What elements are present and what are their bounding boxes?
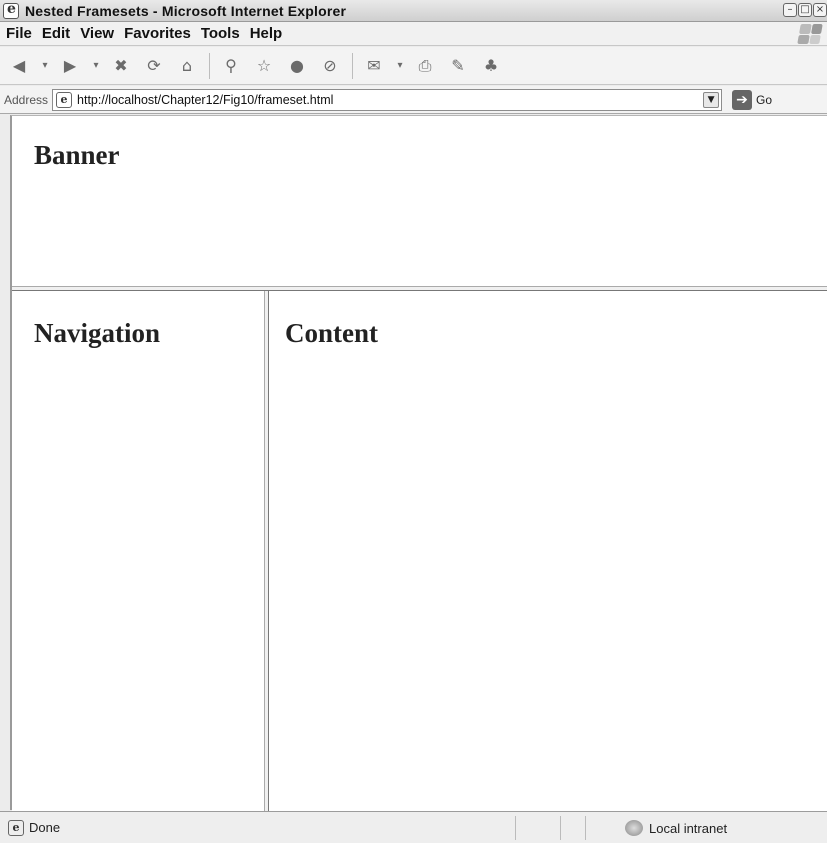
- media-icon[interactable]: ●: [284, 53, 310, 79]
- mail-icon[interactable]: ✉: [361, 53, 387, 79]
- go-label[interactable]: Go: [756, 93, 772, 107]
- minimize-button[interactable]: –: [783, 3, 797, 17]
- title-bar: Nested Framesets - Microsoft Internet Ex…: [0, 0, 827, 22]
- history-icon[interactable]: ⊘: [317, 53, 343, 79]
- navigation-frame: Navigation: [12, 291, 264, 811]
- refresh-icon[interactable]: ⟳: [141, 53, 167, 79]
- content-frame: Content: [269, 291, 827, 811]
- print-icon[interactable]: ⎙: [412, 53, 438, 79]
- banner-frame: Banner: [12, 116, 827, 286]
- address-dropdown-icon[interactable]: ▼: [703, 91, 720, 108]
- forward-icon[interactable]: ▶: [57, 53, 83, 79]
- edit-icon[interactable]: ✎: [445, 53, 471, 79]
- address-input[interactable]: e http://localhost/Chapter12/Fig10/frame…: [52, 88, 723, 111]
- menu-edit[interactable]: Edit: [42, 25, 70, 42]
- banner-heading: Banner: [34, 140, 120, 170]
- menu-favorites[interactable]: Favorites: [124, 25, 191, 42]
- window-title: Nested Framesets - Microsoft Internet Ex…: [25, 2, 347, 19]
- ie-logo-icon: [3, 1, 19, 19]
- status-pane: [560, 816, 561, 840]
- browser-window: Nested Framesets - Microsoft Internet Ex…: [0, 0, 827, 843]
- status-text: Done: [29, 820, 61, 835]
- close-button[interactable]: ×: [813, 3, 827, 17]
- go-arrow-icon[interactable]: ➔: [732, 89, 753, 110]
- windows-logo-icon: [797, 24, 823, 44]
- mail-dropdown-icon[interactable]: ▾: [394, 53, 406, 79]
- frameset: Banner Navigation Content: [10, 115, 827, 811]
- standard-toolbar: ◀ ▾ ▶ ▾ ✖ ⟳ ⌂ ⚲ ☆ ● ⊘ ✉ ▾ ⎙ ✎ ♣: [0, 47, 827, 85]
- zone-label: Local intranet: [649, 820, 728, 836]
- messenger-icon[interactable]: ♣: [478, 53, 504, 79]
- status-pane: [585, 816, 586, 840]
- back-icon[interactable]: ◀: [6, 53, 32, 79]
- toolbar-separator: [352, 52, 353, 79]
- maximize-button[interactable]: □: [798, 3, 812, 17]
- status-bar: e Done Local intranet: [0, 811, 827, 843]
- intranet-zone-icon: [625, 820, 643, 836]
- page-icon: e: [56, 91, 73, 108]
- content-heading: Content: [285, 318, 378, 348]
- menu-help[interactable]: Help: [250, 25, 283, 42]
- toolbar-separator: [209, 52, 210, 79]
- navigation-heading: Navigation: [34, 318, 161, 348]
- page-done-icon: e: [8, 819, 24, 836]
- status-pane: [515, 816, 516, 840]
- search-icon[interactable]: ⚲: [218, 53, 244, 79]
- address-url[interactable]: http://localhost/Chapter12/Fig10/framese…: [77, 93, 333, 107]
- address-label: Address: [4, 92, 49, 107]
- stop-icon[interactable]: ✖: [108, 53, 134, 79]
- favorites-icon[interactable]: ☆: [251, 53, 277, 79]
- go-button[interactable]: ➔ Go: [732, 89, 772, 110]
- address-bar: Address e http://localhost/Chapter12/Fig…: [0, 86, 827, 114]
- window-controls: – □ ×: [783, 3, 827, 17]
- security-zone: Local intranet: [625, 816, 727, 840]
- menu-file[interactable]: File: [6, 25, 32, 42]
- menu-bar: File Edit View Favorites Tools Help: [0, 22, 827, 46]
- forward-dropdown-icon[interactable]: ▾: [90, 53, 102, 79]
- menu-tools[interactable]: Tools: [201, 25, 240, 42]
- back-dropdown-icon[interactable]: ▾: [39, 53, 51, 79]
- home-icon[interactable]: ⌂: [174, 53, 200, 79]
- menu-view[interactable]: View: [80, 25, 114, 42]
